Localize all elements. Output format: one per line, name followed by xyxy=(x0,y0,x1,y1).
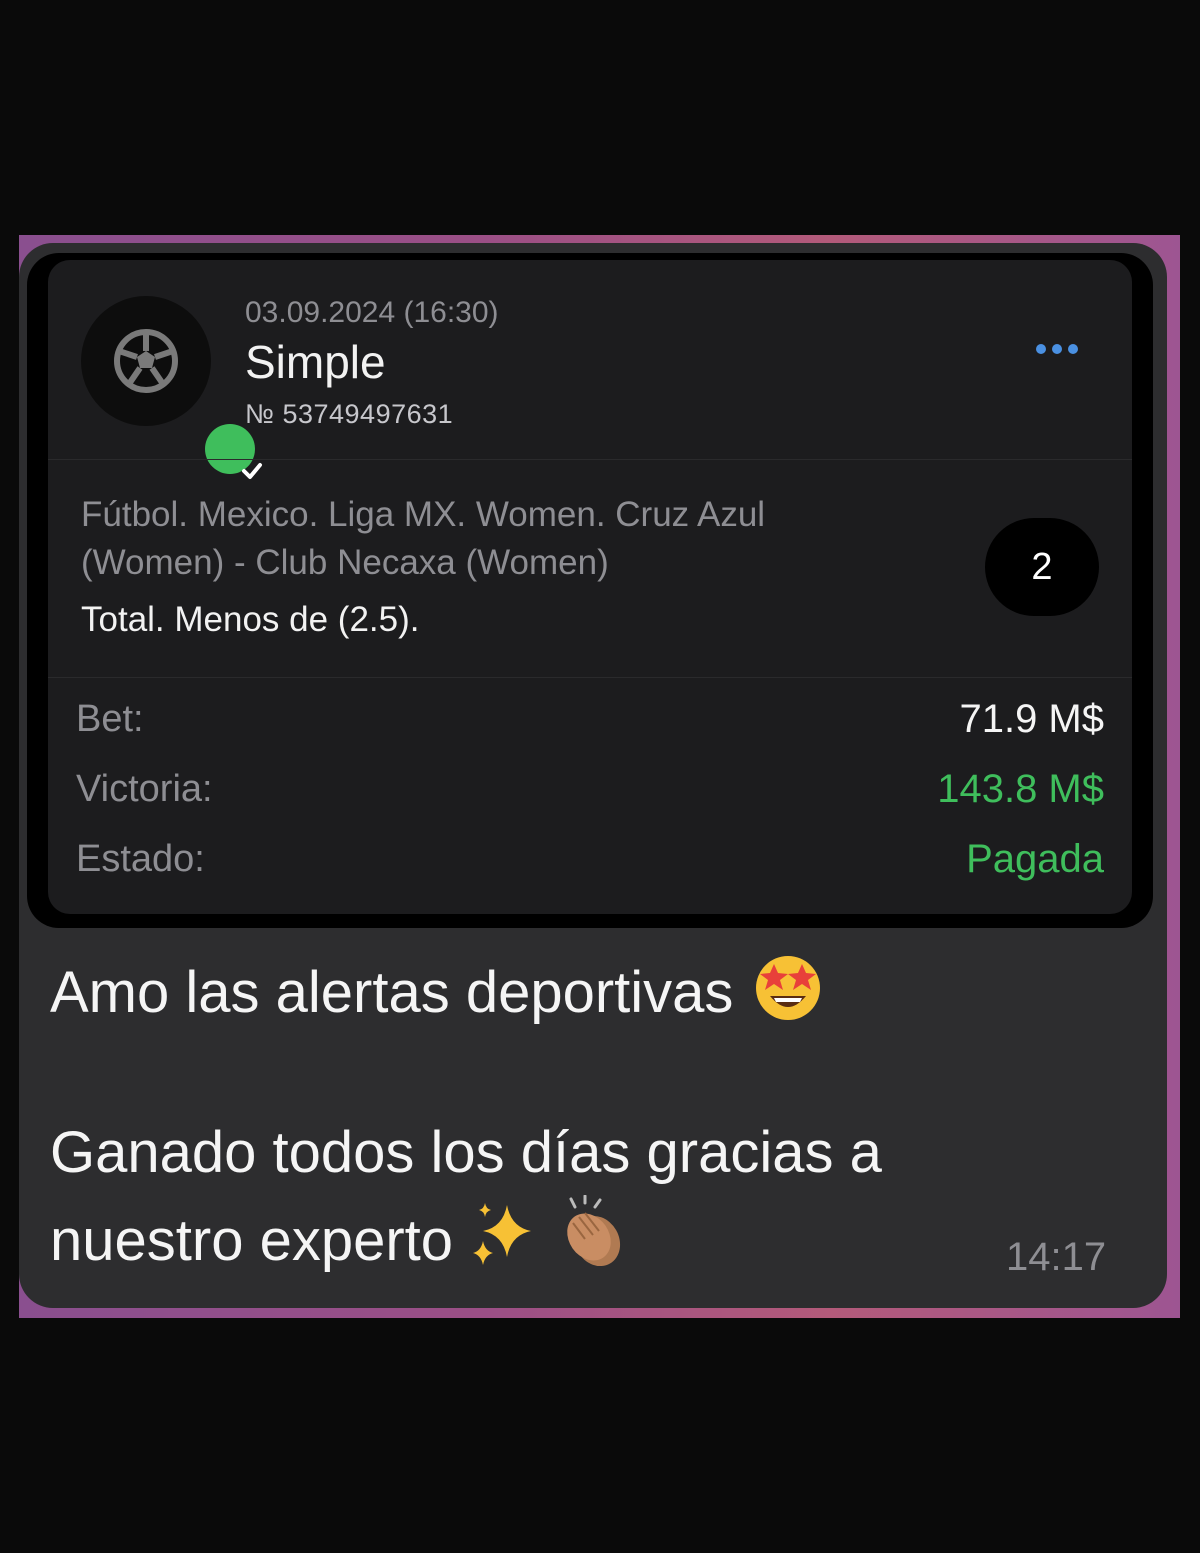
message-text: nuestro experto xyxy=(50,1207,454,1273)
ticket-number: № 53749497631 xyxy=(245,399,454,429)
clapping-hands-icon xyxy=(555,1194,633,1294)
victoria-label: Victoria: xyxy=(76,768,213,810)
bet-date: 03.09.2024 (16:30) xyxy=(245,296,499,329)
message-text: Amo las alertas deportivas xyxy=(50,959,734,1025)
message-line-1: Amo las alertas deportivas xyxy=(50,948,826,1045)
message-line-3: nuestro experto xyxy=(50,1194,633,1294)
bet-card-container: 03.09.2024 (16:30) Simple № 53749497631 … xyxy=(27,253,1153,928)
avatar xyxy=(81,296,262,479)
bet-amount: 71.9 M$ xyxy=(959,697,1104,741)
divider xyxy=(48,677,1132,678)
sparkles-icon xyxy=(469,1199,539,1290)
bet-type-title: Simple xyxy=(245,336,386,388)
more-dots-icon[interactable] xyxy=(1036,344,1078,354)
star-struck-icon xyxy=(750,948,826,1045)
bet-label: Bet: xyxy=(76,698,144,740)
estado-value: Pagada xyxy=(966,837,1104,881)
bet-card[interactable]: 03.09.2024 (16:30) Simple № 53749497631 … xyxy=(48,260,1132,914)
chat-background: 03.09.2024 (16:30) Simple № 53749497631 … xyxy=(19,235,1180,1318)
estado-label: Estado: xyxy=(76,838,205,880)
divider xyxy=(48,459,1132,460)
odds-badge: 2 xyxy=(985,518,1099,616)
event-description: Fútbol. Mexico. Liga MX. Women. Cruz Azu… xyxy=(81,495,766,582)
market-description: Total. Menos de (2.5). xyxy=(81,600,420,639)
verified-check-icon xyxy=(205,424,262,479)
victoria-amount: 143.8 M$ xyxy=(937,767,1104,811)
message-line-2: Ganado todos los días gracias a xyxy=(50,1120,882,1185)
message-time: 14:17 xyxy=(1006,1235,1107,1279)
soccer-ball-icon xyxy=(114,329,178,393)
message-bubble[interactable]: 03.09.2024 (16:30) Simple № 53749497631 … xyxy=(19,243,1167,1308)
